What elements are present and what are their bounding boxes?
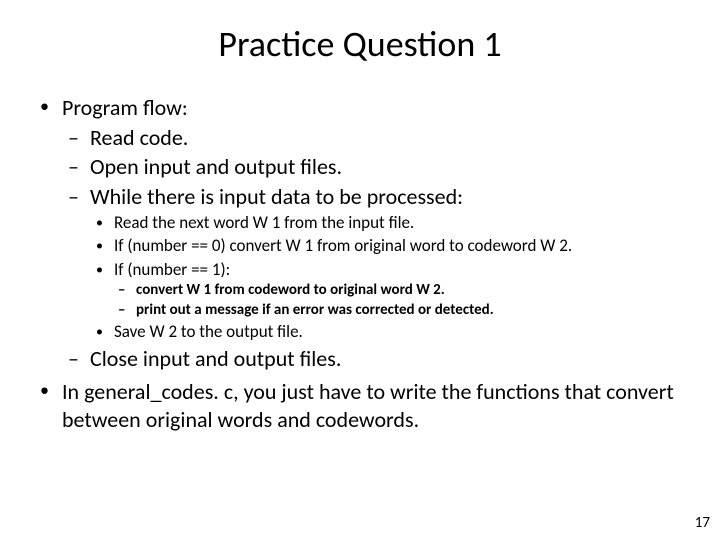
list-level-4: convert W 1 from codeword to original wo… — [114, 281, 684, 320]
list-item: Save W 2 to the output file. — [90, 321, 684, 342]
slide-content: Program flow: Read code. Open input and … — [0, 94, 720, 433]
list-level-1: Program flow: Read code. Open input and … — [36, 94, 684, 433]
list-level-2: Read code. Open input and output files. … — [62, 124, 684, 373]
list-item: If (number == 0) convert W 1 from origin… — [90, 235, 684, 256]
bullet-text: Read code. — [90, 124, 188, 151]
bullet-text: Read the next word W 1 from the input fi… — [114, 212, 414, 233]
slide-title: Practice Question 1 — [0, 22, 720, 66]
list-item: In general_codes. c, you just have to wr… — [36, 378, 684, 433]
bullet-text: In general_codes. c, you just have to wr… — [62, 378, 674, 433]
list-item: print out a message if an error was corr… — [114, 301, 684, 320]
list-item: Read the next word W 1 from the input fi… — [90, 212, 684, 233]
list-item: Program flow: Read code. Open input and … — [36, 94, 684, 372]
list-item: Open input and output files. — [62, 153, 684, 181]
list-item: If (number == 1): convert W 1 from codew… — [90, 259, 684, 320]
bullet-text: If (number == 1): — [114, 259, 230, 280]
bullet-text: Open input and output files. — [90, 153, 342, 180]
list-item: Read code. — [62, 124, 684, 152]
slide: Practice Question 1 Program flow: Read c… — [0, 22, 720, 540]
bullet-text: Save W 2 to the output file. — [114, 321, 303, 342]
bullet-text: print out a message if an error was corr… — [136, 301, 494, 319]
list-item: convert W 1 from codeword to original wo… — [114, 281, 684, 300]
bullet-text: Close input and output files. — [90, 345, 341, 372]
bullet-text: Program flow: — [62, 94, 188, 121]
bullet-text: convert W 1 from codeword to original wo… — [136, 281, 445, 299]
bullet-text: While there is input data to be processe… — [90, 183, 463, 210]
bullet-text: If (number == 0) convert W 1 from origin… — [114, 235, 572, 256]
page-number: 17 — [695, 514, 710, 532]
list-item: While there is input data to be processe… — [62, 183, 684, 343]
list-item: Close input and output files. — [62, 345, 684, 373]
list-level-3: Read the next word W 1 from the input fi… — [90, 212, 684, 343]
